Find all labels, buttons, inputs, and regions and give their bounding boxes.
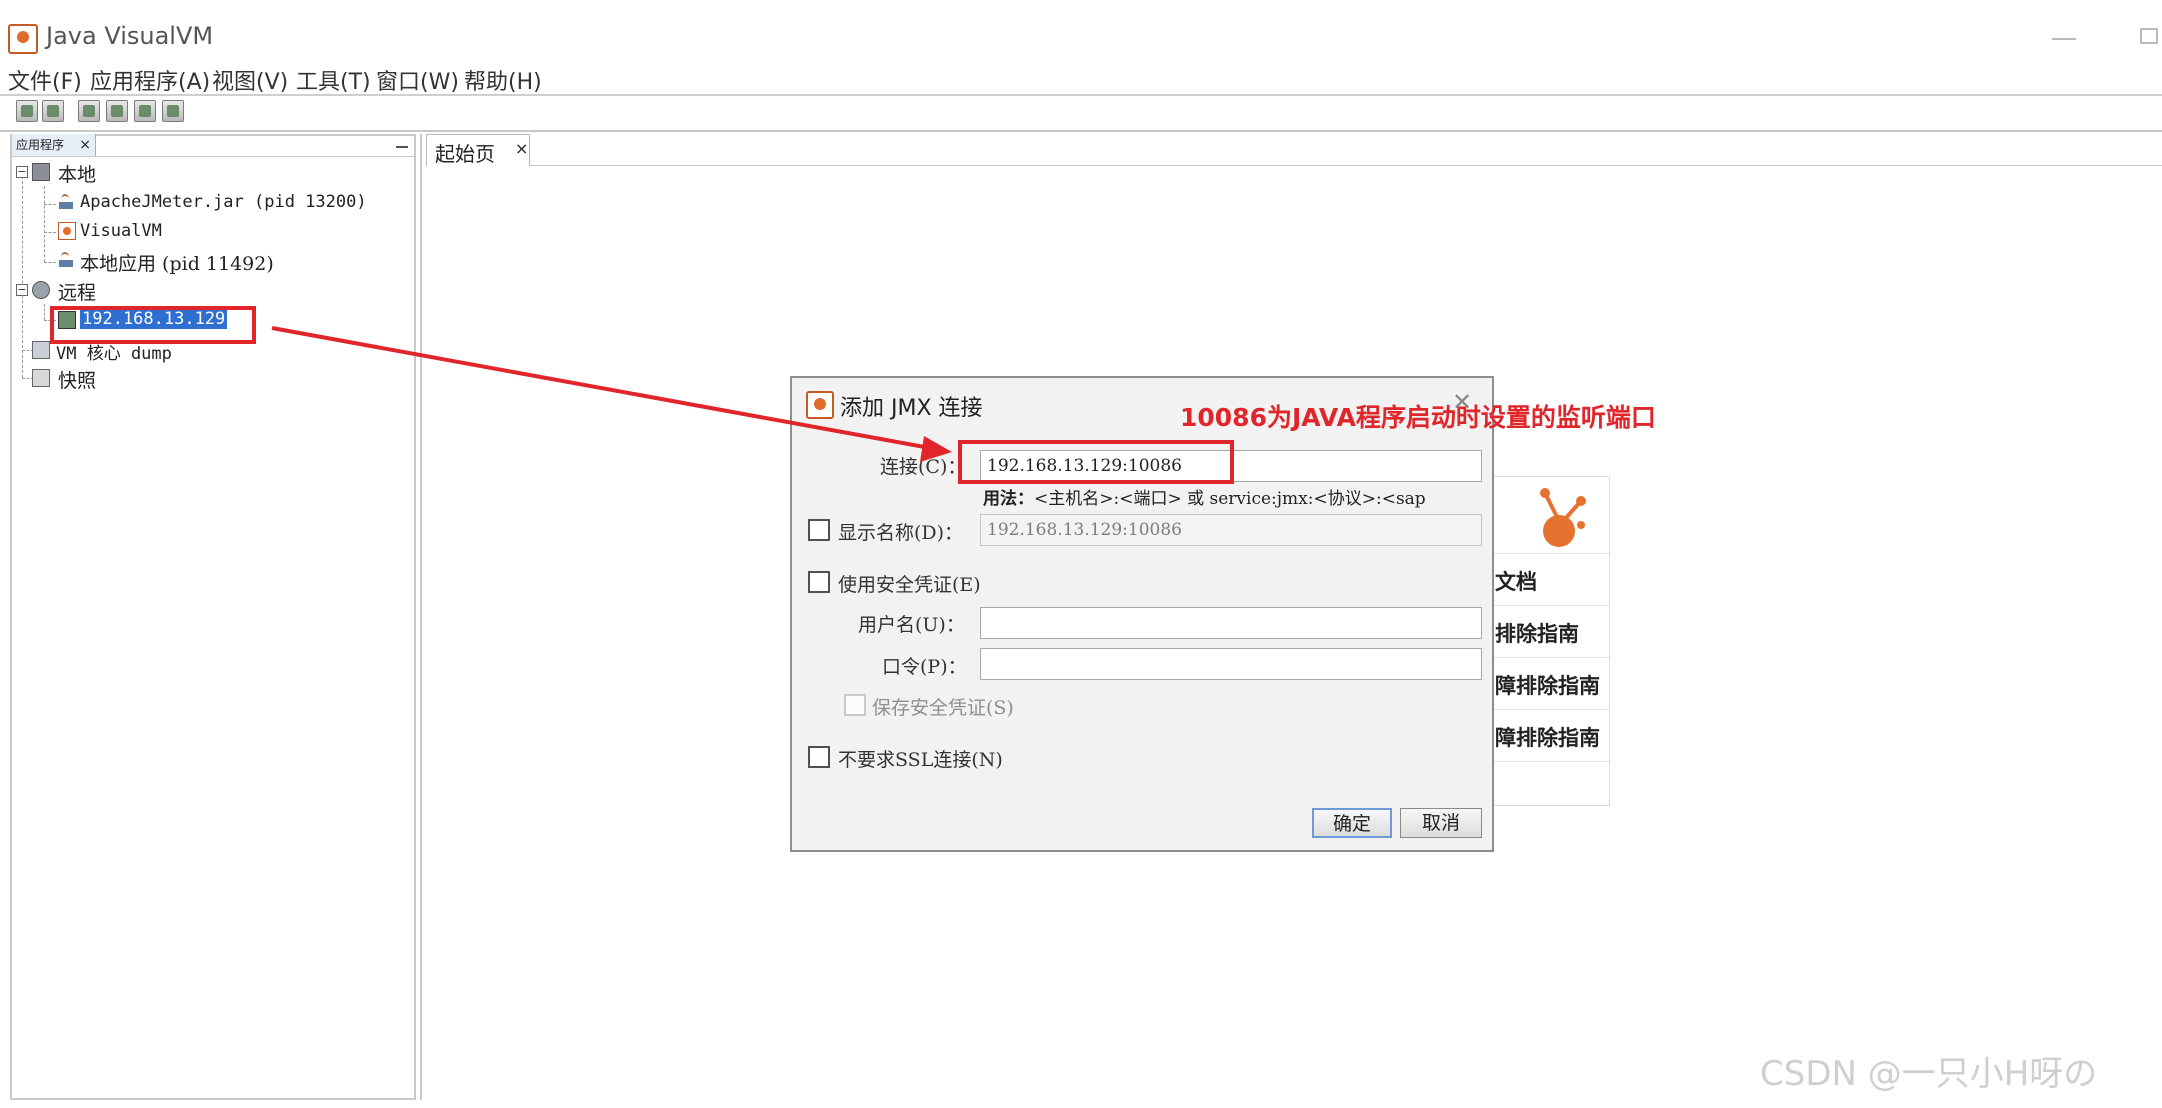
card-item-label: 文档: [1495, 569, 1537, 594]
start-page-tab-label: 起始页: [435, 142, 495, 166]
usage-hint: 用法：<主机名>:<端口> 或 service:jmx:<协议>:<sap: [983, 484, 1483, 509]
visualvm-app-icon: [8, 24, 38, 54]
watermark: CSDN @一只小H呀の: [1760, 1054, 2098, 1094]
tab-start-page[interactable]: 起始页 ×: [426, 134, 530, 166]
password-label: 口令(P)：: [882, 656, 967, 678]
tree-node-local[interactable]: 本地: [58, 160, 96, 187]
toolbar: [0, 96, 2162, 130]
remote-icon: [32, 281, 50, 299]
collapse-remote-icon[interactable]: −: [16, 284, 28, 296]
tree-guide: [44, 304, 45, 320]
card-item-label: 排除指南: [1495, 621, 1579, 646]
card-item-label: 障排除指南: [1495, 673, 1600, 698]
connection-label: 连接(C)：: [880, 456, 967, 478]
add-remote-host-icon[interactable]: [78, 100, 100, 122]
title-bar: [0, 0, 2162, 64]
visualvm-logo-icon: [1540, 488, 1586, 547]
add-jmx-connection-icon[interactable]: [106, 100, 128, 122]
use-security-credentials-label: 使用安全凭证(E): [838, 574, 981, 596]
collapse-local-icon[interactable]: −: [16, 166, 28, 178]
thread-dump-icon[interactable]: [162, 100, 184, 122]
display-name-checkbox[interactable]: [808, 519, 830, 541]
password-input[interactable]: [980, 648, 1482, 680]
visualvm-app-icon: [806, 391, 834, 419]
ok-button[interactable]: 确定: [1312, 808, 1392, 838]
menu-tools[interactable]: 工具(T): [296, 64, 371, 96]
snapshot-icon: [32, 369, 50, 387]
save-credentials-label: 保存安全凭证(S): [872, 697, 1014, 719]
java-process-icon: [58, 193, 76, 211]
tree-node-visualvm[interactable]: VisualVM: [80, 221, 162, 241]
annotation-highlight-box: [958, 440, 1234, 484]
applications-tab-label: 应用程序: [16, 138, 65, 152]
tree-node-snapshots[interactable]: 快照: [58, 366, 96, 393]
maximize-icon[interactable]: [2140, 28, 2158, 44]
card-item: [1481, 761, 1611, 813]
applications-tab[interactable]: 应用程序 ×: [12, 134, 96, 156]
heap-dump-icon[interactable]: [134, 100, 156, 122]
start-page-card: 文档 排除指南 障排除指南 障排除指南: [1480, 476, 1611, 806]
tree-node-jmeter[interactable]: ApacheJMeter.jar (pid 13200): [80, 192, 367, 212]
load-snapshot-icon[interactable]: [42, 100, 64, 122]
usage-prefix: 用法：: [983, 489, 1034, 509]
card-item[interactable]: 文档: [1481, 553, 1611, 605]
minimize-icon[interactable]: [2052, 38, 2076, 40]
tree-guide: [44, 186, 45, 262]
annotation-highlight-box: [50, 306, 256, 344]
cancel-button[interactable]: 取消: [1400, 808, 1482, 838]
tree-guide: [22, 176, 23, 378]
toolbar-separator: [0, 130, 2162, 132]
card-item[interactable]: 障排除指南: [1481, 657, 1611, 709]
usage-text: <主机名>:<端口> 或 service:jmx:<协议>:<sap: [1034, 489, 1426, 509]
panel-divider: [12, 156, 414, 157]
card-item[interactable]: 障排除指南: [1481, 709, 1611, 761]
card-item[interactable]: 排除指南: [1481, 605, 1611, 657]
menu-application[interactable]: 应用程序(A): [90, 64, 210, 96]
menu-help[interactable]: 帮助(H): [464, 64, 542, 96]
menu-view[interactable]: 视图(V): [212, 64, 288, 96]
menu-window[interactable]: 窗口(W): [376, 64, 459, 96]
menu-file[interactable]: 文件(F): [8, 64, 82, 96]
window-title: Java VisualVM: [46, 22, 214, 50]
close-icon[interactable]: ×: [79, 134, 91, 156]
tree-node-remote[interactable]: 远程: [58, 278, 96, 305]
username-input[interactable]: [980, 607, 1482, 639]
close-icon[interactable]: ×: [515, 139, 528, 158]
java-process-icon: [58, 251, 76, 269]
open-application-icon[interactable]: [16, 100, 38, 122]
card-item-label: 障排除指南: [1495, 725, 1600, 750]
display-name-input[interactable]: 192.168.13.129:10086: [980, 514, 1482, 546]
annotation-text: 10086为JAVA程序启动时设置的监听端口: [1180, 403, 1656, 432]
tree-guide: [44, 204, 56, 205]
core-dump-icon: [32, 341, 50, 359]
use-security-credentials-checkbox[interactable]: [808, 571, 830, 593]
no-ssl-label: 不要求SSL连接(N): [838, 749, 1003, 771]
menu-bar: 文件(F) 应用程序(A) 视图(V) 工具(T) 窗口(W) 帮助(H): [0, 60, 2162, 96]
username-label: 用户名(U)：: [858, 614, 965, 636]
dialog-title: 添加 JMX 连接: [840, 396, 983, 421]
tab-divider: [530, 165, 2162, 166]
computer-icon: [32, 163, 50, 181]
tree-guide: [44, 262, 56, 263]
tree-guide: [44, 232, 56, 233]
tree-node-local-app[interactable]: 本地应用 (pid 11492): [80, 249, 274, 276]
visualvm-icon: [58, 222, 76, 240]
save-credentials-checkbox[interactable]: [844, 694, 866, 716]
display-name-label: 显示名称(D)：: [838, 522, 964, 544]
minimize-panel-icon[interactable]: [396, 146, 408, 148]
no-ssl-checkbox[interactable]: [808, 746, 830, 768]
